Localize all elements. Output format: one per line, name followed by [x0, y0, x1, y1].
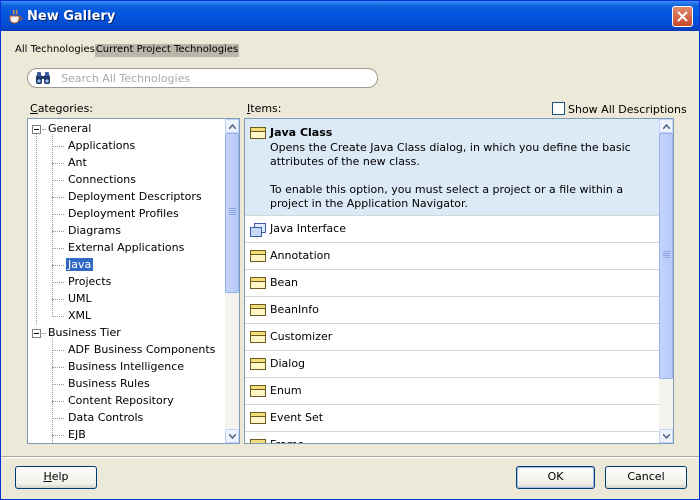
show-all-descriptions-checkbox[interactable]: Show All Descriptions [552, 102, 687, 116]
arrow-up-icon [663, 124, 670, 129]
search-box [27, 68, 378, 88]
item-name: Frame [270, 438, 304, 443]
item-annotation[interactable]: Annotation [245, 243, 659, 270]
class-icon [250, 250, 266, 262]
scroll-thumb[interactable] [225, 133, 239, 293]
tree-item-uml[interactable]: UML [52, 291, 94, 307]
item-name: Customizer [270, 330, 333, 343]
java-cup-icon [9, 9, 23, 24]
item-java-interface[interactable]: Java Interface [245, 216, 659, 243]
item-frame[interactable]: Frame [245, 432, 659, 443]
interface-icon [250, 223, 266, 237]
items-scrollbar[interactable] [659, 119, 673, 443]
tree-item-business-intelligence[interactable]: Business Intelligence [52, 359, 186, 375]
window-title: New Gallery [27, 9, 116, 24]
show-all-descriptions-label: Show All Descriptions [568, 103, 687, 116]
checkbox-box[interactable] [552, 102, 565, 115]
categories-label: Categories: [30, 102, 94, 115]
item-name: Bean [270, 276, 299, 289]
items-label: Items: [247, 102, 282, 115]
tree-item-java[interactable]: Java [52, 257, 94, 273]
scroll-down-button[interactable] [225, 429, 239, 443]
tab-current-project-technologies[interactable]: Current Project Technologies [94, 44, 240, 57]
item-name: Enum [270, 384, 302, 397]
tree-item-ejb[interactable]: EJB [52, 427, 88, 443]
item-bean[interactable]: Bean [245, 270, 659, 297]
item-name: Dialog [270, 357, 306, 370]
tree-item-business-rules[interactable]: Business Rules [52, 376, 152, 392]
close-icon [677, 11, 688, 22]
item-beaninfo[interactable]: BeanInfo [245, 297, 659, 324]
scroll-up-button[interactable] [659, 119, 673, 133]
tree-item-xml[interactable]: XML [52, 308, 93, 324]
item-description: Opens the Create Java Class dialog, in w… [270, 141, 631, 210]
tree-item-connections[interactable]: Connections [52, 172, 138, 188]
new-gallery-dialog: New Gallery All TechnologiesCurrent Proj… [0, 0, 700, 500]
title-bar: New Gallery [1, 1, 699, 31]
cancel-button[interactable]: Cancel [605, 466, 687, 489]
item-enum[interactable]: Enum [245, 378, 659, 405]
tree-item-deployment-descriptors[interactable]: Deployment Descriptors [52, 189, 204, 205]
class-icon [250, 412, 266, 424]
class-icon [250, 304, 266, 316]
categories-scrollbar[interactable] [225, 119, 239, 443]
item-event-set[interactable]: Event Set [245, 405, 659, 432]
class-icon [250, 385, 266, 397]
tree-group-business-tier[interactable]: Business Tier [32, 325, 123, 341]
items-list[interactable]: Java Class Opens the Create Java Class d… [244, 118, 674, 444]
collapse-icon[interactable] [32, 125, 41, 134]
class-icon [250, 277, 266, 289]
collapse-icon[interactable] [32, 329, 41, 338]
tree-group-general[interactable]: General [32, 121, 93, 137]
tab-all-technologies[interactable]: All Technologies [15, 44, 95, 57]
item-name: BeanInfo [270, 303, 319, 316]
tree-item-projects[interactable]: Projects [52, 274, 113, 290]
class-icon [250, 358, 266, 370]
class-icon [250, 331, 266, 343]
item-java-class[interactable]: Java Class Opens the Create Java Class d… [245, 119, 659, 216]
item-name: Java Interface [270, 222, 346, 235]
search-input[interactable] [61, 71, 371, 85]
scroll-down-button[interactable] [659, 429, 673, 443]
scroll-thumb[interactable] [659, 133, 673, 379]
tree-item-content-repository[interactable]: Content Repository [52, 393, 176, 409]
scroll-up-button[interactable] [225, 119, 239, 133]
tree-item-external-applications[interactable]: External Applications [52, 240, 186, 256]
tree-item-data-controls[interactable]: Data Controls [52, 410, 145, 426]
categories-tree[interactable]: General Applications Ant Connections Deploym… [27, 118, 240, 444]
item-dialog[interactable]: Dialog [245, 351, 659, 378]
tree-item-applications[interactable]: Applications [52, 138, 137, 154]
technology-scope-tabs: All TechnologiesCurrent Project Technolo… [15, 44, 240, 57]
java-class-icon [250, 127, 266, 139]
binoculars-icon [36, 72, 50, 84]
ok-button[interactable]: OK [516, 466, 595, 489]
arrow-down-icon [229, 434, 236, 439]
item-name: Annotation [270, 249, 331, 262]
tree-item-deployment-profiles[interactable]: Deployment Profiles [52, 206, 181, 222]
arrow-down-icon [663, 434, 670, 439]
arrow-up-icon [229, 124, 236, 129]
tree-item-ant[interactable]: Ant [52, 155, 89, 171]
class-icon [250, 439, 266, 443]
item-customizer[interactable]: Customizer [245, 324, 659, 351]
footer-separator [1, 456, 699, 458]
item-name: Java Class [270, 126, 333, 139]
tree-item-adf-business-components[interactable]: ADF Business Components [52, 342, 217, 358]
tree-item-diagrams[interactable]: Diagrams [52, 223, 123, 239]
item-name: Event Set [270, 411, 324, 424]
close-button[interactable] [672, 6, 693, 27]
help-button[interactable]: Help [15, 466, 97, 489]
